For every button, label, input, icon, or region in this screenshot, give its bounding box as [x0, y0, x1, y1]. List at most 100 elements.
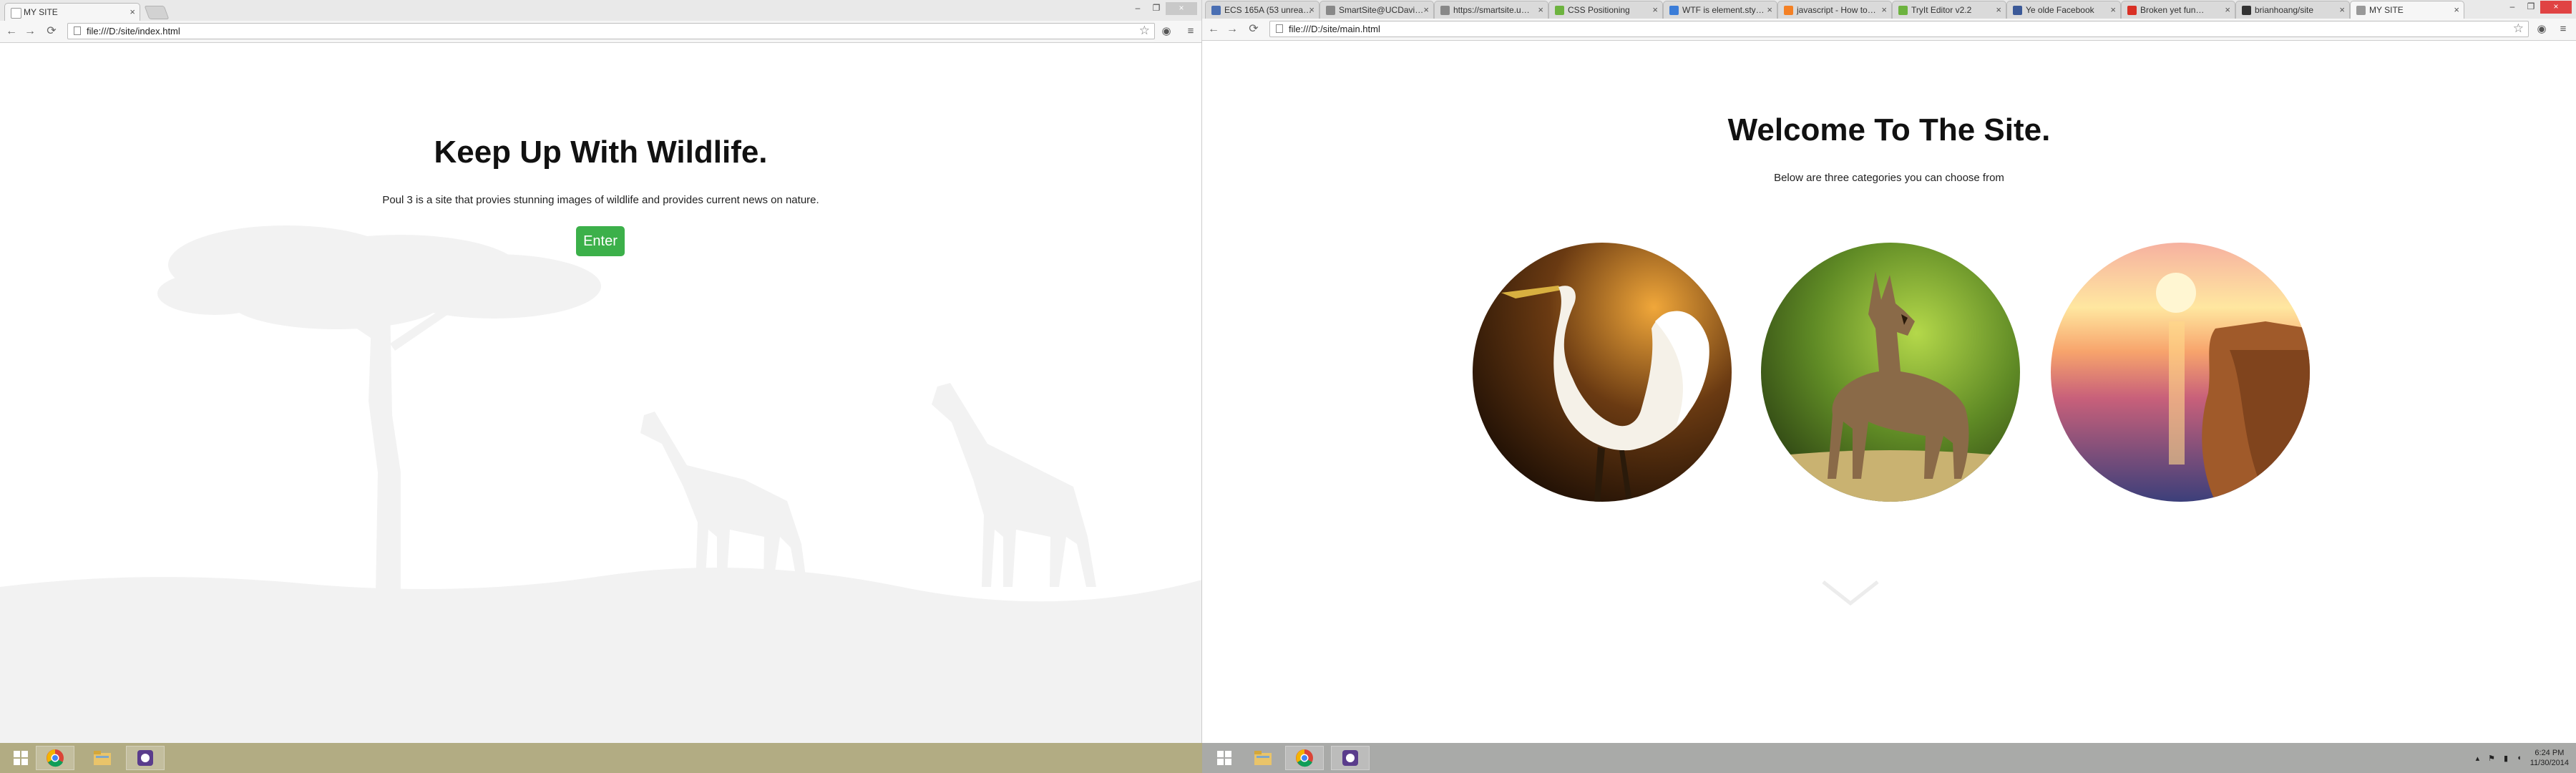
address-text: file:///D:/site/main.html	[1289, 24, 1380, 34]
tab-close-icon[interactable]: ×	[1652, 1, 1658, 19]
enter-button[interactable]: Enter	[576, 226, 625, 256]
address-bar[interactable]: file:///D:/site/index.html ☆	[67, 23, 1155, 39]
tab-title: SmartSite@UCDavi…	[1339, 5, 1424, 15]
taskbar-chrome[interactable]	[36, 746, 74, 770]
close-window-button[interactable]: ×	[2540, 1, 2572, 14]
tab-8[interactable]: Broken yet fun… ×	[2121, 1, 2235, 19]
tab-favicon-icon	[1898, 6, 1908, 15]
restore-button[interactable]: ❐	[2522, 1, 2540, 14]
tab-title: MY SITE	[2369, 5, 2404, 15]
windows-logo-icon	[1217, 751, 1231, 765]
bookmark-star-icon[interactable]: ☆	[2513, 21, 2524, 36]
category-egret-image[interactable]	[1473, 243, 1732, 502]
close-window-button[interactable]: ×	[1166, 2, 1197, 15]
clock-date: 11/30/2014	[2529, 759, 2569, 767]
tab-5[interactable]: javascript - How to… ×	[1777, 1, 1892, 19]
menu-icon[interactable]: ≡	[2556, 22, 2570, 37]
sunset-sea-picture	[2051, 243, 2310, 502]
reload-button[interactable]: ⟳	[44, 25, 59, 38]
volume-icon[interactable]: ◖	[2517, 754, 2522, 762]
tab-close-icon[interactable]: ×	[2225, 1, 2230, 19]
tab-close-icon[interactable]: ×	[2454, 1, 2459, 19]
scroll-down-chevron-icon[interactable]	[1820, 578, 1880, 606]
tab-my-site[interactable]: MY SITE ×	[4, 3, 140, 21]
taskbar-chrome[interactable]	[1285, 746, 1324, 770]
tab-strip: MY SITE × – ❐ ×	[0, 0, 1201, 21]
back-button[interactable]: ←	[4, 25, 19, 38]
tab-favicon-icon	[2242, 6, 2251, 15]
address-bar[interactable]: file:///D:/site/main.html ☆	[1269, 21, 2529, 37]
tab-2[interactable]: https://smartsite.u… ×	[1434, 1, 1548, 19]
tab-6[interactable]: TryIt Editor v2.2 ×	[1892, 1, 2006, 19]
tray-flag-icon[interactable]: ⚑	[2488, 754, 2495, 763]
new-tab-button[interactable]	[144, 6, 170, 19]
tab-favicon-icon	[1211, 6, 1221, 15]
menu-icon[interactable]: ≡	[1184, 24, 1198, 39]
forward-button[interactable]: →	[23, 25, 37, 38]
tab-title: MY SITE	[24, 7, 58, 17]
tab-favicon-icon	[1555, 6, 1564, 15]
tab-close-icon[interactable]: ×	[1996, 1, 2001, 19]
taskbar-file-explorer[interactable]	[83, 746, 122, 770]
window-controls: – ❐ ×	[2503, 1, 2572, 14]
minimize-button[interactable]: –	[1128, 2, 1147, 15]
tab-favicon-icon	[1784, 6, 1793, 15]
tab-7[interactable]: Ye olde Facebook ×	[2006, 1, 2121, 19]
page-icon	[74, 26, 81, 35]
hero-title: Welcome To The Site.	[1727, 112, 2051, 147]
windows-logo-icon	[14, 751, 28, 765]
tab-close-icon[interactable]: ×	[130, 4, 135, 21]
tab-close-icon[interactable]: ×	[1881, 1, 1887, 19]
tab-9[interactable]: brianhoang/site ×	[2235, 1, 2350, 19]
tab-0[interactable]: ECS 165A (53 unrea… ×	[1205, 1, 1319, 19]
tab-3[interactable]: CSS Positioning ×	[1548, 1, 1663, 19]
taskbar-app-purple[interactable]	[1331, 746, 1370, 770]
clock-time: 6:24 PM	[2534, 749, 2565, 757]
page-content: Keep Up With Wildlife. Poul 3 is a site …	[0, 43, 1201, 743]
browser-toolbar: ← → ⟳ file:///D:/site/main.html ☆ ◉ ≡	[1202, 19, 2576, 41]
hero-subtitle: Poul 3 is a site that provies stunning i…	[382, 194, 819, 206]
category-deer-image[interactable]	[1761, 243, 2020, 502]
tab-favicon-icon	[1326, 6, 1335, 15]
tab-4[interactable]: WTF is element.sty… ×	[1663, 1, 1777, 19]
back-button[interactable]: ←	[1206, 23, 1221, 36]
tab-close-icon[interactable]: ×	[1538, 1, 1543, 19]
taskbar-app-purple[interactable]	[126, 746, 165, 770]
tab-title: Broken yet fun…	[2140, 5, 2205, 15]
network-icon[interactable]: ▮	[2504, 754, 2508, 763]
windows-start-button[interactable]	[1, 746, 40, 770]
page-content: Welcome To The Site. Below are three cat…	[1202, 41, 2576, 743]
category-sunset-sea-image[interactable]	[2051, 243, 2310, 502]
forward-button[interactable]: →	[1225, 23, 1239, 36]
tray-arrow-icon[interactable]: ▴	[2476, 754, 2480, 763]
extension-icon[interactable]: ◉	[2534, 22, 2549, 37]
tab-close-icon[interactable]: ×	[1309, 1, 1314, 19]
restore-button[interactable]: ❐	[1147, 2, 1166, 15]
page-icon	[11, 8, 21, 19]
tab-favicon-icon	[1440, 6, 1450, 15]
deer-picture	[1761, 243, 2020, 502]
tab-1[interactable]: SmartSite@UCDavi… ×	[1319, 1, 1434, 19]
taskbar-file-explorer[interactable]	[1244, 746, 1282, 770]
minimize-button[interactable]: –	[2503, 1, 2522, 14]
reload-button[interactable]: ⟳	[1246, 23, 1261, 36]
tab-title: Ye olde Facebook	[2026, 5, 2094, 15]
tab-close-icon[interactable]: ×	[1423, 1, 1429, 19]
system-tray: ▴ ⚑ ▮ ◖ 6:24 PM 11/30/2014	[2476, 746, 2569, 770]
browser-toolbar: ← → ⟳ file:///D:/site/index.html ☆ ◉ ≡	[0, 21, 1201, 43]
clock[interactable]: 6:24 PM 11/30/2014	[2530, 748, 2569, 768]
extension-icon[interactable]: ◉	[1159, 24, 1174, 39]
chrome-icon	[1296, 749, 1313, 767]
tab-10[interactable]: MY SITE ×	[2350, 1, 2464, 19]
app-purple-icon	[1342, 750, 1358, 766]
bookmark-star-icon[interactable]: ☆	[1139, 23, 1150, 38]
tab-close-icon[interactable]: ×	[2339, 1, 2345, 19]
tab-favicon-icon	[1669, 6, 1679, 15]
tab-title: ECS 165A (53 unrea…	[1224, 5, 1312, 15]
window-controls: – ❐ ×	[1128, 2, 1197, 15]
tab-title: TryIt Editor v2.2	[1911, 5, 1972, 15]
tab-close-icon[interactable]: ×	[1767, 1, 1772, 19]
taskbar-left	[0, 743, 1202, 773]
tab-close-icon[interactable]: ×	[2110, 1, 2116, 19]
windows-start-button[interactable]	[1205, 746, 1244, 770]
